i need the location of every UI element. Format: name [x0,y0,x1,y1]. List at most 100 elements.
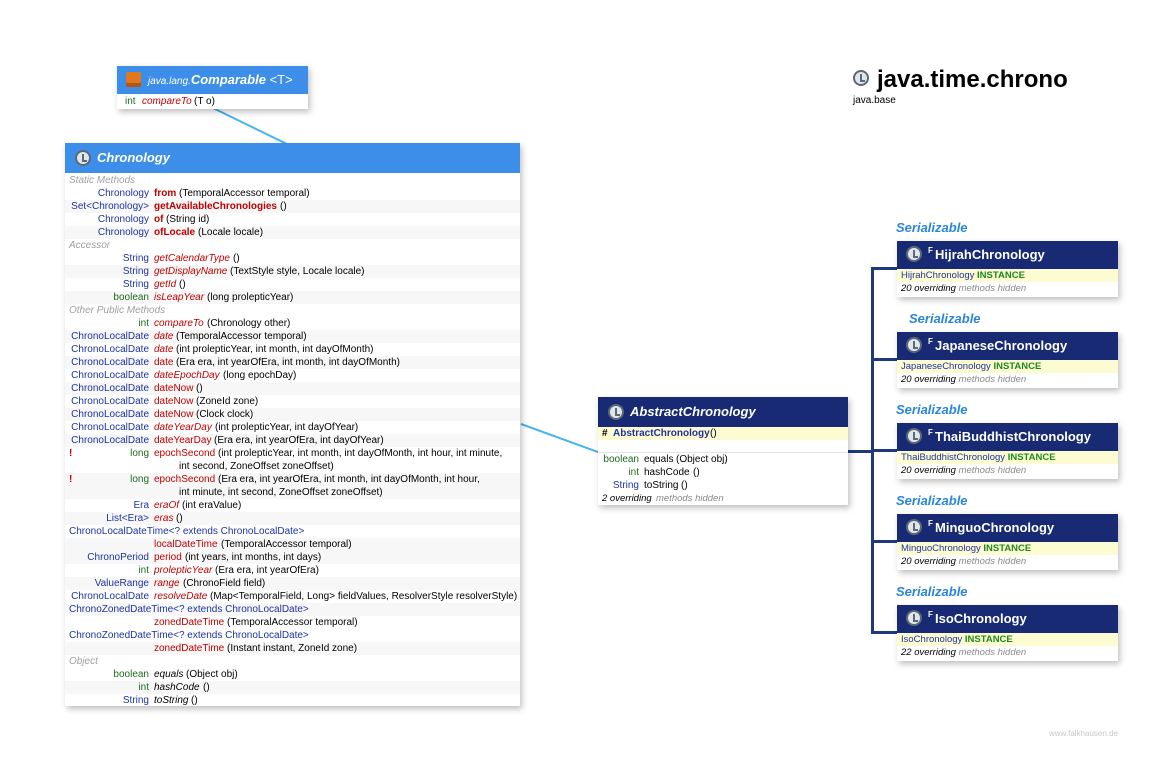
subclass-box: F ThaiBuddhistChronology ThaiBuddhistChron… [897,423,1118,479]
return-type: Chronology [97,227,149,238]
return-type: Set<Chronology> [71,201,149,212]
method-params: (Object obj) [676,454,728,465]
method-name: getId [154,279,177,290]
method-params: (int prolepticYear, int month, int dayOf… [218,448,503,459]
method-row: String getCalendarType() [65,252,520,265]
hidden-methods-note: 20 overriding methods hidden [897,555,1118,568]
method-name: eraOf [154,500,180,511]
serializable-label: Serializable [909,311,981,326]
abstract-header: AbstractChronology [598,397,848,427]
package-title: java.time.chrono [877,66,1068,93]
method-row: ChronoLocalDate dateYearDay (Era era, int … [65,434,520,447]
return-type: Era [133,500,149,511]
chronology-title: Chronology [97,150,170,165]
method-params: (Era era, int yearOfEra, int month, int … [218,474,480,485]
method-params: (Era era, int yearOfEra) [215,565,319,576]
coffee-cup-icon [126,72,141,87]
method-row: ChronoLocalDate dateEpochDay (long epochDa… [65,369,520,382]
method-params: (Chronology other) [207,318,291,329]
return-type: ChronoLocalDateTime<? extends ChronoLoca… [69,526,305,537]
method-name: dateNow [154,396,194,407]
hidden-methods-note: 20 overriding methods hidden [897,373,1118,386]
method-row: int compareTo (Chronology other) [65,317,520,330]
method-params-cont: int minute, int second, ZoneOffset zoneO… [179,487,383,498]
subclass-box: F HijrahChronology HijrahChronology INSTAN… [897,241,1118,297]
hidden-text: methods hidden [958,647,1027,658]
return-type: long [130,448,149,459]
comparable-name: Comparable [190,72,266,87]
method-row: int hashCode() [598,466,848,479]
subclass-name: ThaiBuddhistChronology [935,429,1091,444]
method-name: localDateTime [154,539,218,550]
method-name: from [154,188,177,199]
subclass-name: HijrahChronology [935,247,1045,262]
return-type: String [122,266,149,277]
method-row: ChronoLocalDate dateYearDay (int proleptic… [65,421,520,434]
method-params: (String id) [166,214,210,225]
method-params: () [176,513,183,524]
subclass-box: F JapaneseChronology JapaneseChronology IN… [897,332,1118,388]
method-row: ! long epochSecond (int prolepticYear, int … [65,447,520,460]
footer-credit: www.falkhausen.de [1049,729,1118,738]
instance-field-row: MinguoChronology INSTANCE [897,542,1118,555]
method-name: eras [154,513,174,524]
method-row: int prolepticYear (Era era, int yearOfEra) [65,564,520,577]
chronology-members: Static Methods Chronology from (TemporalAcc… [65,173,520,707]
method-row: boolean equals (Object obj) [65,668,520,681]
hidden-count: 20 overriding [901,465,956,476]
hidden-count: 20 overriding [901,556,956,567]
method-params: () [179,279,186,290]
instance-field-row: JapaneseChronology INSTANCE [897,360,1118,373]
serializable-label: Serializable [896,493,968,508]
return-type: int [138,565,149,576]
subclass-name: MinguoChronology [935,520,1055,535]
method-params: (TextStyle style, Locale locale) [230,266,365,277]
hidden-count: 20 overriding [901,374,956,385]
method-row: ChronoLocalDateTime<? extends ChronoLoca… [65,525,520,538]
method-name: equals [644,454,674,465]
method-row: Chronology from (TemporalAccessor temporal… [65,187,520,200]
method-row: Chronology ofLocale (Locale locale) [65,226,520,239]
method-params: (int eraValue) [182,500,242,511]
section-label: Other Public Methods [69,305,166,316]
method-row: int hashCode() [65,681,520,694]
instance-type: ThaiBuddhistChronology [901,452,1006,463]
method-params: (ChronoField field) [183,578,266,589]
method-name: resolveDate [154,591,208,602]
return-type: int [628,467,639,478]
instance-type: HijrahChronology [901,270,975,281]
method-params: (int years, int months, int days) [185,552,322,563]
method-name: dateEpochDay [154,370,220,381]
return-type: ChronoLocalDate [71,435,149,446]
class-icon [906,246,922,262]
method-row: ChronoLocalDate date (Era era, int yearOfE… [65,356,520,369]
hidden-methods-note: 20 overriding methods hidden [897,464,1118,477]
hidden-text: methods hidden [958,374,1027,385]
return-type: ChronoLocalDate [71,357,149,368]
tree-branch-2 [871,358,897,361]
method-params: () [203,682,210,693]
method-row: ChronoLocalDate dateNow() [65,382,520,395]
class-icon [608,404,624,420]
method-params: (Instant instant, ZoneId zone) [227,643,358,654]
subclass-name: JapaneseChronology [935,338,1068,353]
tree-branch-4 [871,540,897,543]
method-params: (Era era, int yearOfEra, int month, int … [176,357,400,368]
method-params: () [196,383,203,394]
return-type: ChronoLocalDate [71,331,149,342]
return-type: int [138,318,149,329]
return-type: String [122,279,149,290]
return-type: ChronoPeriod [87,552,149,563]
connector-chronology-abstract [520,423,599,453]
return-type: ChronoLocalDate [71,422,149,433]
method-params: () [693,467,700,478]
method-params: (Object obj) [186,669,238,680]
subclass-header: F IsoChronology [897,605,1118,633]
return-type: boolean [113,669,149,680]
hidden-text: methods hidden [958,556,1027,567]
method-name: range [154,578,180,589]
method-params: () [191,695,198,706]
method-name: ofLocale [154,227,196,238]
return-type: ChronoLocalDate [71,396,149,407]
instance-field-row: IsoChronology INSTANCE [897,633,1118,646]
